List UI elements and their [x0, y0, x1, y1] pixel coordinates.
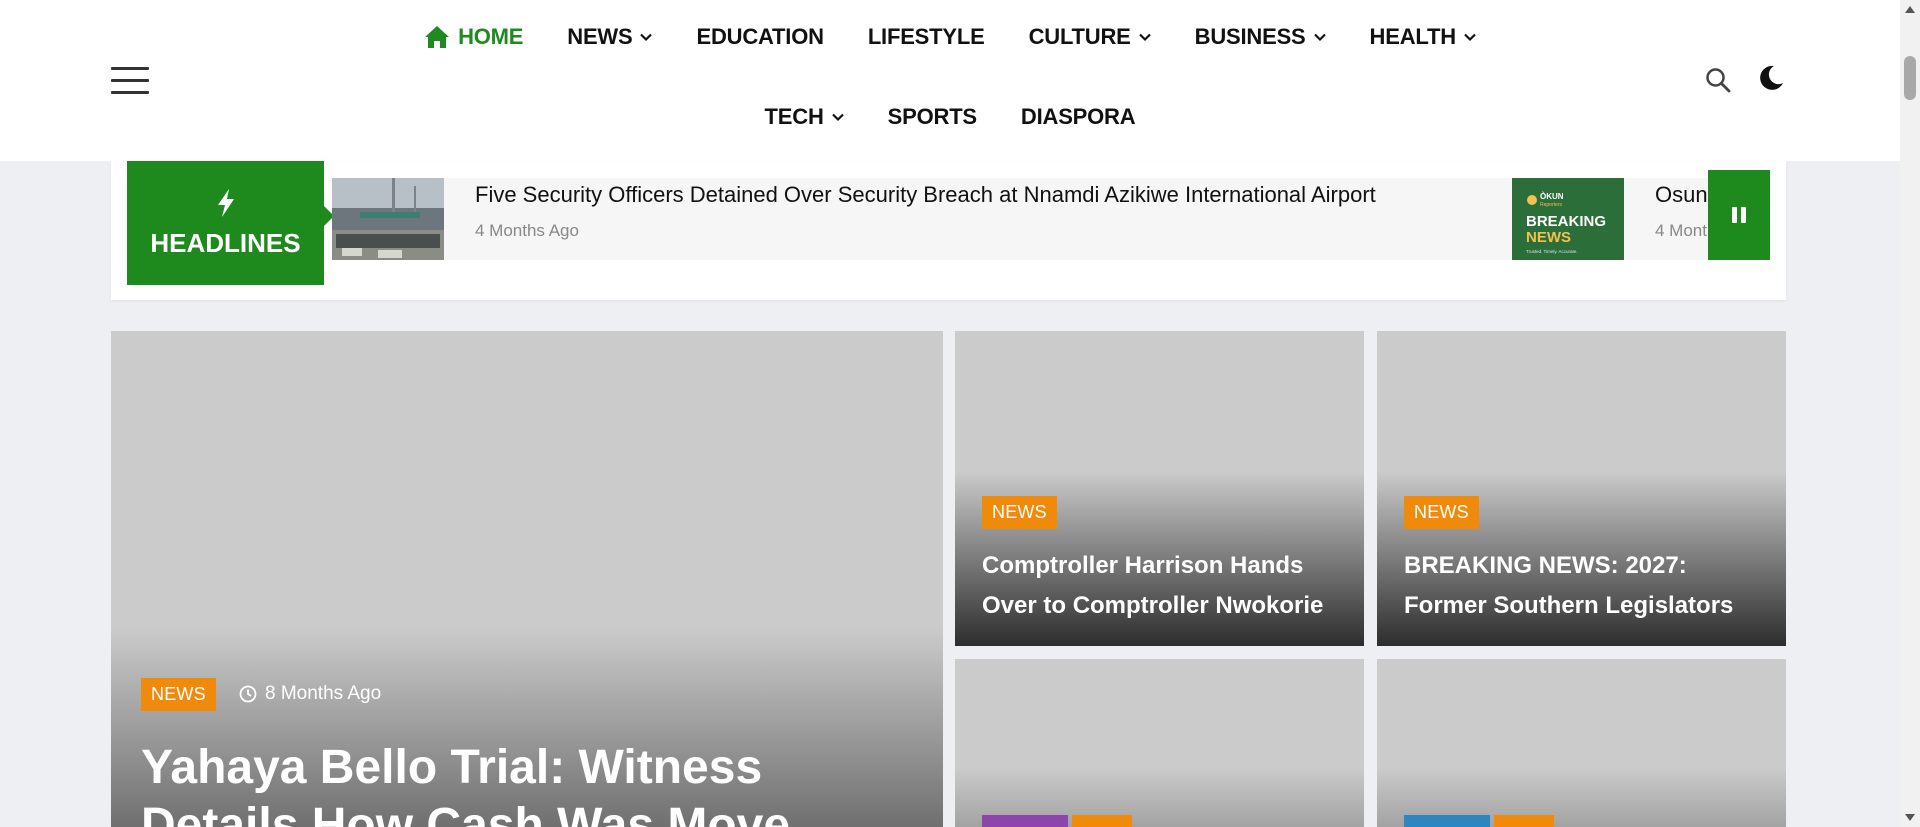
scroll-down-arrow-icon[interactable] [1905, 814, 1915, 821]
article-card[interactable] [955, 659, 1364, 827]
page-scrollbar[interactable] [1900, 0, 1920, 827]
scroll-up-arrow-icon[interactable] [1905, 6, 1915, 13]
ticker-strip: Five Security Officers Detained Over Sec… [332, 178, 1770, 260]
headline-ticker: HEADLINES Five Security Officers Detaine… [111, 161, 1786, 300]
nav-item-tech[interactable]: TECH [765, 104, 844, 130]
dark-mode-moon-icon[interactable] [1757, 64, 1785, 92]
lightning-bolt-icon [217, 188, 234, 217]
nav-item-health[interactable]: HEALTH [1370, 24, 1476, 50]
nav-item-label: DIASPORA [1020, 104, 1136, 129]
nav-item-label: HEALTH [1369, 24, 1457, 49]
breaking-news-thumbnail: ÒKUN Reporters BREAKING NEWS Trusted. Ti… [1512, 178, 1624, 260]
article-title[interactable]: BREAKING NEWS: 2027: Former Southern Leg… [1404, 546, 1769, 626]
category-badge-blue[interactable] [1404, 815, 1490, 827]
menu-icon[interactable] [111, 67, 149, 95]
nav-item-label: CULTURE [1028, 24, 1131, 49]
airport-thumbnail [332, 178, 444, 260]
clock-icon [239, 685, 257, 703]
featured-article-title[interactable]: Yahaya Bello Trial: Witness Details How … [141, 739, 921, 827]
chevron-down-icon [1138, 33, 1151, 42]
nav-item-business[interactable]: BUSINESS [1195, 24, 1326, 50]
svg-text:NEWS: NEWS [1526, 229, 1571, 246]
nav-item-sports[interactable]: SPORTS [888, 104, 977, 130]
chevron-down-icon [831, 113, 844, 122]
featured-article-card[interactable]: NEWS 8 Months Ago Yahaya Bello Trial: Wi… [111, 331, 943, 827]
svg-text:ÒKUN: ÒKUN [1540, 192, 1564, 201]
svg-text:Reporters: Reporters [1540, 202, 1562, 208]
nav-item-label: SPORTS [887, 104, 977, 129]
category-badge[interactable]: NEWS [1404, 496, 1479, 529]
headlines-label: HEADLINES [150, 227, 301, 258]
category-badge-orange[interactable] [1072, 815, 1132, 827]
site-header: HOME NEWS EDUCATION LIFESTYLE CULTURE BU… [0, 0, 1900, 161]
headlines-label-box: HEADLINES [127, 161, 334, 285]
svg-text:BREAKING: BREAKING [1526, 213, 1606, 230]
ticker-pause-button[interactable] [1708, 170, 1770, 260]
main-nav-row-2: TECH SPORTS DIASPORA [0, 104, 1900, 130]
nav-item-label: TECH [764, 104, 824, 129]
article-card[interactable]: NEWS BREAKING NEWS: 2027: Former Souther… [1377, 331, 1786, 646]
category-badge-purple[interactable] [982, 815, 1068, 827]
scrollbar-thumb[interactable] [1904, 56, 1916, 100]
chevron-down-icon [1464, 33, 1476, 42]
svg-text:Trusted. Timely. Accurate.: Trusted. Timely. Accurate. [1526, 249, 1578, 254]
nav-item-label: NEWS [567, 24, 633, 49]
nav-item-culture[interactable]: CULTURE [1029, 24, 1151, 50]
pause-icon [1732, 207, 1737, 223]
ticker-item[interactable]: Five Security Officers Detained Over Sec… [332, 178, 1376, 260]
home-icon [425, 26, 450, 48]
nav-item-diaspora[interactable]: DIASPORA [1021, 104, 1136, 130]
category-badge-orange[interactable] [1494, 815, 1554, 827]
search-icon[interactable] [1704, 66, 1732, 94]
article-meta: 8 Months Ago [239, 683, 381, 705]
chevron-down-icon [640, 33, 653, 42]
article-time: 8 Months Ago [265, 683, 382, 704]
article-card[interactable]: NEWS Comptroller Harrison Hands Over to … [955, 331, 1364, 646]
ticker-title[interactable]: Five Security Officers Detained Over Sec… [475, 182, 1376, 208]
nav-item-label: BUSINESS [1194, 24, 1306, 49]
nav-item-home[interactable]: HOME [424, 24, 523, 50]
nav-item-education[interactable]: EDUCATION [696, 24, 824, 50]
main-nav-row-1: HOME NEWS EDUCATION LIFESTYLE CULTURE BU… [0, 24, 1900, 50]
nav-item-news[interactable]: NEWS [567, 24, 653, 50]
nav-item-label: HOME [458, 24, 524, 49]
category-badge[interactable]: NEWS [141, 678, 216, 711]
ticker-time: 4 Months Ago [475, 221, 579, 240]
article-title[interactable]: Comptroller Harrison Hands Over to Compt… [982, 546, 1347, 626]
chevron-down-icon [1313, 33, 1326, 42]
category-badge[interactable]: NEWS [982, 496, 1057, 529]
nav-item-label: EDUCATION [696, 24, 824, 49]
nav-item-label: LIFESTYLE [867, 24, 985, 49]
nav-item-lifestyle[interactable]: LIFESTYLE [868, 24, 985, 50]
article-card[interactable] [1377, 659, 1786, 827]
